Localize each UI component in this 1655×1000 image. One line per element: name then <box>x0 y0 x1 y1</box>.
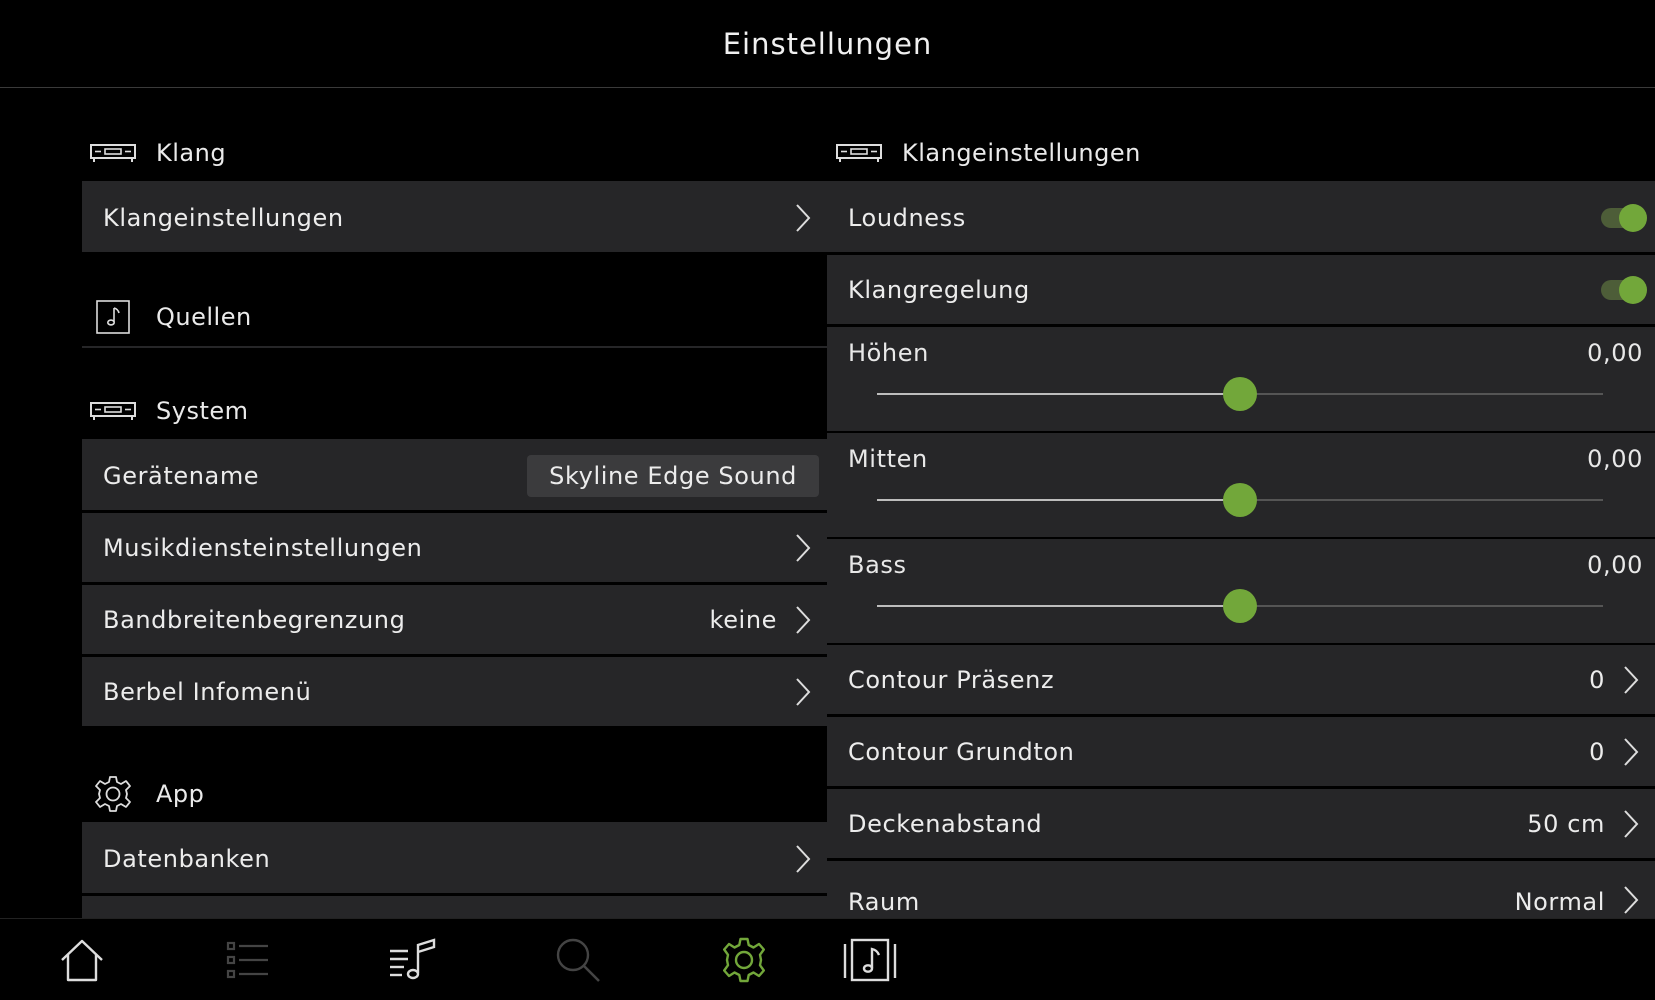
slider-thumb[interactable] <box>1223 589 1257 623</box>
device-icon <box>834 133 884 173</box>
tab-settings[interactable] <box>714 933 774 987</box>
slider-label: Bass <box>848 551 907 579</box>
row-label: Datenbanken <box>103 844 271 873</box>
bandbreite-row[interactable]: Bandbreitenbegrenzung keine <box>82 585 827 656</box>
playlist-icon <box>390 938 436 980</box>
bottom-tab-bar <box>0 918 1655 1000</box>
klangregelung-row: Klangregelung <box>827 255 1655 326</box>
tab-search[interactable] <box>548 933 608 987</box>
row-label: Raum <box>848 888 920 916</box>
row-label: Deckenabstand <box>848 809 1043 838</box>
gear-icon <box>723 937 765 983</box>
device-name-field[interactable]: Skyline Edge Sound <box>527 454 819 497</box>
slider-thumb[interactable] <box>1223 377 1257 411</box>
row-label: Berbel Infomenü <box>103 677 312 706</box>
tab-list[interactable] <box>218 933 278 987</box>
klangregelung-toggle[interactable] <box>1601 275 1647 304</box>
row-label: Contour Grundton <box>848 737 1075 766</box>
chevron-right-icon <box>1624 665 1639 694</box>
bass-slider-row: Bass 0,00 <box>827 539 1655 645</box>
musikdienste-row[interactable]: Musikdiensteinstellungen <box>82 513 827 584</box>
mitten-slider-row: Mitten 0,00 <box>827 433 1655 539</box>
raum-row[interactable]: Raum Normal <box>827 861 1655 918</box>
search-icon <box>556 938 600 982</box>
section-system: System <box>88 386 249 436</box>
chevron-right-icon <box>796 677 811 706</box>
row-value: 0 <box>1589 737 1605 766</box>
slider-value: 0,00 <box>1587 339 1643 367</box>
deckenabstand-row[interactable]: Deckenabstand 50 cm <box>827 789 1655 860</box>
chevron-right-icon <box>796 844 811 873</box>
row-label: Klangeinstellungen <box>103 203 344 232</box>
section-klang: Klang <box>88 128 226 178</box>
row-label: Klangregelung <box>848 275 1030 304</box>
chevron-right-icon <box>796 605 811 634</box>
gear-icon <box>88 774 138 814</box>
section-klangeinstellungen: Klangeinstellungen <box>834 128 1141 178</box>
chevron-right-icon <box>796 203 811 232</box>
bass-slider[interactable] <box>877 589 1603 623</box>
device-icon <box>88 133 138 173</box>
list-icon <box>226 941 268 979</box>
loudness-row: Loudness <box>827 183 1655 254</box>
music-note-icon <box>88 297 138 337</box>
row-value: 0 <box>1589 665 1605 694</box>
section-title: Klangeinstellungen <box>902 139 1141 167</box>
slider-value: 0,00 <box>1587 551 1643 579</box>
section-quellen: Quellen <box>88 292 252 342</box>
contour-grundton-row[interactable]: Contour Grundton 0 <box>827 717 1655 788</box>
section-title: Klang <box>156 139 227 167</box>
klangeinstellungen-row[interactable]: Klangeinstellungen <box>82 183 827 254</box>
device-icon <box>88 391 138 431</box>
section-title: System <box>156 397 249 425</box>
row-label: Contour Präsenz <box>848 665 1055 694</box>
now-playing-icon <box>843 938 897 982</box>
chevron-right-icon <box>796 533 811 562</box>
row-value: keine <box>709 605 777 634</box>
row-value: Normal <box>1514 888 1605 916</box>
hoehen-slider[interactable] <box>877 377 1603 411</box>
tab-now-playing[interactable] <box>840 933 900 987</box>
page-title: Einstellungen <box>722 26 933 61</box>
tab-home[interactable] <box>52 933 112 987</box>
datenbanken-row[interactable]: Datenbanken <box>82 824 827 895</box>
next-row-partial <box>82 896 827 918</box>
row-label: Loudness <box>848 203 966 232</box>
berbel-row[interactable]: Berbel Infomenü <box>82 657 827 728</box>
geraetename-row[interactable]: Gerätename Skyline Edge Sound <box>82 441 827 512</box>
section-title: App <box>156 780 205 808</box>
contour-praesenz-row[interactable]: Contour Präsenz 0 <box>827 645 1655 716</box>
top-bar: Einstellungen <box>0 0 1655 88</box>
hoehen-slider-row: Höhen 0,00 <box>827 327 1655 433</box>
slider-value: 0,00 <box>1587 445 1643 473</box>
section-title: Quellen <box>156 303 252 331</box>
home-icon <box>61 939 103 982</box>
chevron-right-icon <box>1624 809 1639 838</box>
row-label: Bandbreitenbegrenzung <box>103 605 406 634</box>
row-value: 50 cm <box>1527 809 1605 838</box>
section-app: App <box>88 769 204 819</box>
chevron-right-icon <box>1624 886 1639 914</box>
chevron-right-icon <box>1624 737 1639 766</box>
slider-label: Mitten <box>848 445 928 473</box>
row-label: Gerätename <box>103 461 260 490</box>
slider-label: Höhen <box>848 339 929 367</box>
mitten-slider[interactable] <box>877 483 1603 517</box>
loudness-toggle[interactable] <box>1601 203 1647 232</box>
slider-thumb[interactable] <box>1223 483 1257 517</box>
row-label: Musikdiensteinstellungen <box>103 533 423 562</box>
tab-playlist[interactable] <box>383 933 443 987</box>
